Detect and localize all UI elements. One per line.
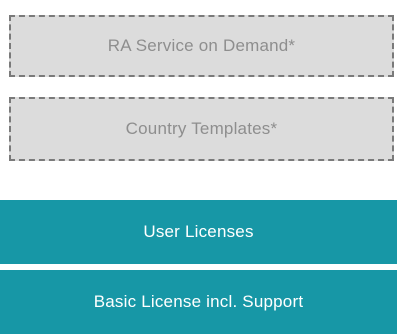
country-templates-label: Country Templates*: [125, 119, 278, 138]
basic-license-label: Basic License incl. Support: [93, 292, 304, 311]
user-licenses-box: User Licenses: [0, 200, 397, 264]
basic-license-box: Basic License incl. Support: [0, 270, 397, 334]
ra-service-on-demand-label: RA Service on Demand*: [107, 36, 296, 55]
country-templates-box: Country Templates*: [9, 97, 394, 161]
ra-service-on-demand-box: RA Service on Demand*: [9, 15, 394, 77]
user-licenses-label: User Licenses: [143, 222, 254, 241]
